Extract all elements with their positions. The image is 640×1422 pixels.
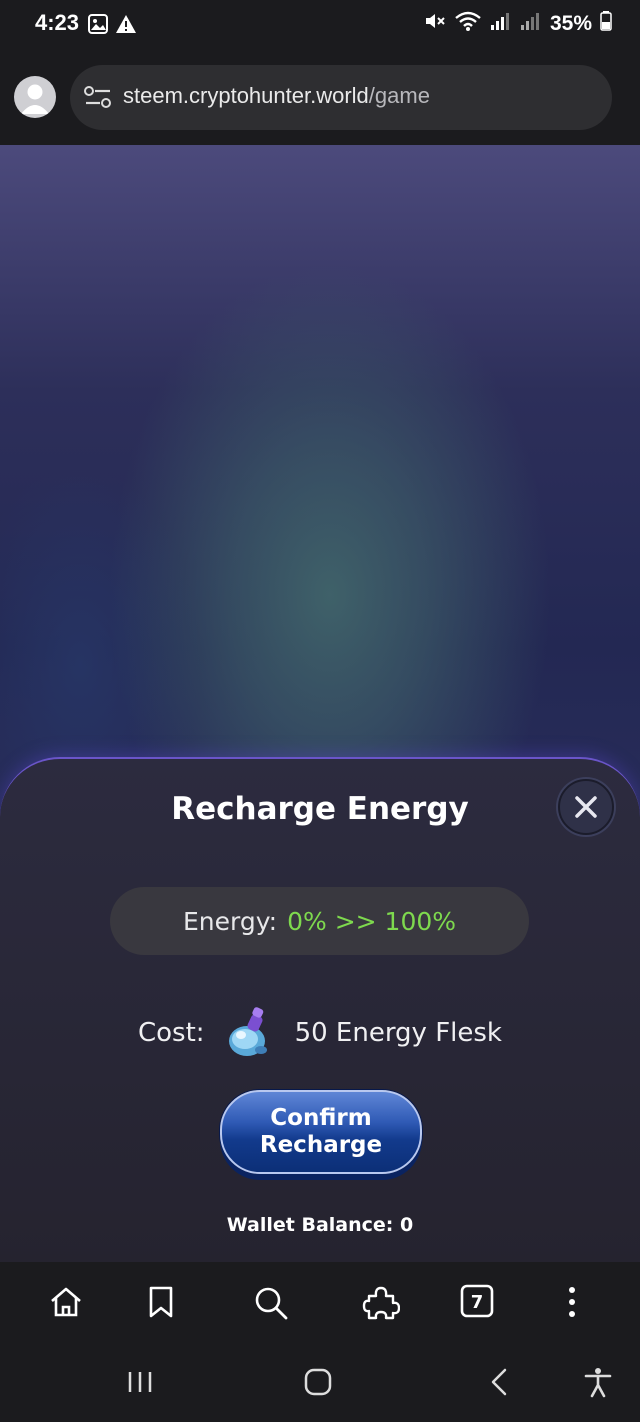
back-icon[interactable] xyxy=(484,1366,516,1402)
url-host: steem.cryptohunter.world xyxy=(123,83,369,108)
url-field[interactable]: steem.cryptohunter.world/game xyxy=(70,65,612,130)
confirm-recharge-button[interactable]: Confirm Recharge xyxy=(220,1090,422,1174)
url-path: /game xyxy=(368,83,430,108)
recent-apps-icon[interactable] xyxy=(124,1366,156,1402)
cost-label: Cost: xyxy=(138,1018,205,1048)
profile-avatar-icon[interactable] xyxy=(14,76,56,118)
battery-icon xyxy=(600,11,612,37)
recharge-energy-modal: Recharge Energy Energy: 0% >> 100% Cost:… xyxy=(0,757,640,1264)
warning-icon xyxy=(115,14,137,38)
signal-icon-1 xyxy=(490,11,512,37)
confirm-label-line1: Confirm xyxy=(270,1105,372,1131)
home-icon[interactable] xyxy=(48,1284,84,1324)
modal-title: Recharge Energy xyxy=(171,791,469,827)
energy-flask-icon xyxy=(223,1005,275,1061)
wifi-icon xyxy=(454,10,482,38)
more-menu-icon[interactable] xyxy=(562,1284,582,1324)
battery-percent: 35% xyxy=(549,12,592,35)
home-nav-icon[interactable] xyxy=(302,1366,334,1402)
accessibility-icon[interactable] xyxy=(582,1366,614,1402)
energy-label: Energy: xyxy=(182,906,278,936)
energy-status-pill: Energy: 0% >> 100% xyxy=(110,887,529,955)
energy-value: 0% >> 100% xyxy=(287,906,457,936)
signal-icon-2 xyxy=(520,11,542,37)
browser-address-bar: steem.cryptohunter.world/game xyxy=(0,52,640,145)
confirm-label-line2: Recharge xyxy=(259,1132,383,1158)
system-navigation-bar xyxy=(0,1342,640,1422)
mute-icon xyxy=(424,11,446,37)
cost-row: Cost: 50 Energy Flesk xyxy=(0,1005,640,1061)
tabs-icon[interactable]: 7 xyxy=(460,1284,494,1322)
extensions-icon[interactable] xyxy=(362,1284,401,1326)
tab-count: 7 xyxy=(471,1292,484,1313)
close-button[interactable] xyxy=(558,779,614,835)
gallery-icon xyxy=(88,14,108,38)
bookmark-icon[interactable] xyxy=(146,1284,176,1324)
site-settings-icon[interactable] xyxy=(84,85,112,113)
browser-toolbar: 7 xyxy=(0,1262,640,1342)
status-bar: 4:23 35% xyxy=(0,0,640,52)
search-icon[interactable] xyxy=(252,1284,290,1326)
close-icon xyxy=(575,796,597,818)
status-time: 4:23 xyxy=(35,10,80,35)
url-text[interactable]: steem.cryptohunter.world/game xyxy=(123,83,430,109)
cost-value: 50 Energy Flesk xyxy=(294,1018,502,1048)
wallet-balance: Wallet Balance: 0 xyxy=(226,1214,414,1236)
